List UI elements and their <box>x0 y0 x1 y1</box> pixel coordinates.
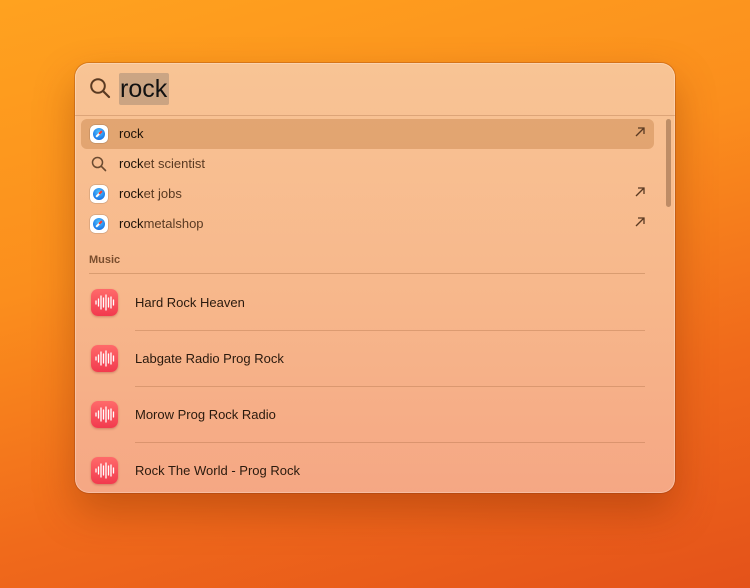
spotlight-panel: rock rock rocket scientist rocket jobs r… <box>75 63 675 493</box>
music-result-title: Morow Prog Rock Radio <box>135 407 276 422</box>
suggestion-list: rock rocket scientist rocket jobs rockme… <box>81 119 654 239</box>
radio-waveform-icon <box>91 401 118 428</box>
radio-waveform-icon <box>91 345 118 372</box>
search-bar[interactable]: rock <box>75 63 675 116</box>
suggestion-item[interactable]: rocket scientist <box>81 149 654 179</box>
music-result-title: Labgate Radio Prog Rock <box>135 351 284 366</box>
suggestion-item[interactable]: rockmetalshop <box>81 209 654 239</box>
music-result-title: Hard Rock Heaven <box>135 295 245 310</box>
open-arrow-icon[interactable] <box>634 126 646 138</box>
suggestion-label: rocket jobs <box>119 186 182 201</box>
music-result-title: Rock The World - Prog Rock <box>135 463 300 478</box>
safari-icon <box>90 185 108 203</box>
suggestion-label: rock <box>119 126 144 141</box>
open-arrow-icon[interactable] <box>634 216 646 228</box>
open-arrow-icon[interactable] <box>634 186 646 198</box>
suggestion-label: rockmetalshop <box>119 216 204 231</box>
safari-icon <box>90 215 108 233</box>
safari-icon <box>90 125 108 143</box>
search-icon <box>91 156 107 172</box>
section-header-music: Music <box>89 254 121 266</box>
music-result-item[interactable]: Rock The World - Prog Rock <box>75 443 665 493</box>
music-result-item[interactable]: Morow Prog Rock Radio <box>75 387 665 443</box>
suggestion-label: rocket scientist <box>119 156 205 171</box>
radio-waveform-icon <box>91 289 118 316</box>
radio-waveform-icon <box>91 457 118 484</box>
suggestion-item[interactable]: rock <box>81 119 654 149</box>
search-icon <box>90 78 111 99</box>
divider <box>89 273 645 274</box>
music-result-list: Hard Rock Heaven Labgate Radio Prog Rock… <box>75 275 665 493</box>
music-result-item[interactable]: Hard Rock Heaven <box>75 275 665 331</box>
search-input[interactable]: rock <box>119 73 170 105</box>
scrollbar[interactable] <box>666 119 671 207</box>
music-result-item[interactable]: Labgate Radio Prog Rock <box>75 331 665 387</box>
suggestion-item[interactable]: rocket jobs <box>81 179 654 209</box>
